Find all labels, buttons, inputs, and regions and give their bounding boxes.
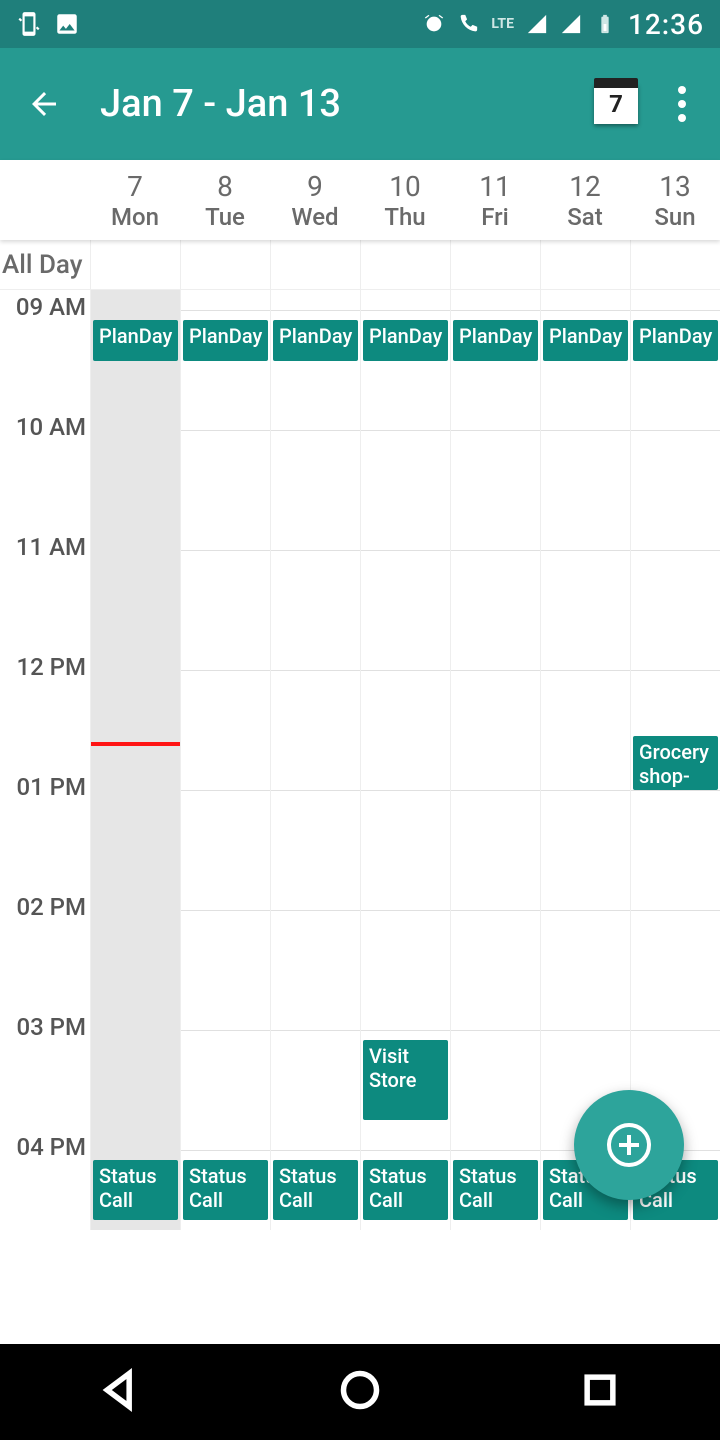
alarm-icon [423,13,445,35]
nav-recent-button[interactable] [578,1368,622,1416]
calendar-event[interactable]: PlanDay [93,320,178,360]
day-number: 7 [127,170,143,203]
hour-label: 10 AM [16,414,86,442]
wifi-call-icon [457,13,479,35]
day-header-cell[interactable]: 7Mon [90,160,180,240]
day-number: 13 [659,170,690,203]
day-header-cell[interactable]: 12Sat [540,160,630,240]
day-number: 8 [217,170,233,203]
battery-icon [594,13,616,35]
back-button[interactable] [20,80,68,128]
day-number: 10 [389,170,420,203]
calendar-event[interactable]: PlanDay [363,320,448,360]
today-badge-number: 7 [594,90,638,118]
hour-label: 01 PM [16,774,86,802]
nav-home-button[interactable] [338,1368,382,1416]
hour-label: 04 PM [16,1134,86,1162]
calendar-event[interactable]: Visit Store [363,1040,448,1120]
all-day-row: All Day [0,240,720,290]
hour-label: 03 PM [16,1014,86,1042]
calendar-event[interactable]: Status Call [183,1160,268,1220]
day-number: 9 [307,170,323,203]
all-day-cell[interactable] [360,240,450,289]
day-of-week: Wed [291,203,338,231]
all-day-cell[interactable] [270,240,360,289]
all-day-label: All Day [0,250,90,280]
android-status-bar: LTE 12:36 [0,0,720,48]
day-column[interactable]: PlanDay Visit Store Status Call [360,290,450,1230]
day-of-week: Sun [654,203,695,231]
status-clock: 12:36 [628,8,704,41]
screen-rotate-icon [16,11,42,37]
calendar-event[interactable]: PlanDay [453,320,538,360]
android-nav-bar [0,1344,720,1440]
hour-label: 11 AM [16,534,86,562]
day-column[interactable]: PlanDayGrocery shop-Status Call [630,290,720,1230]
calendar-event[interactable]: Status Call [273,1160,358,1220]
plus-icon [605,1121,653,1169]
time-gutter: 09 AM 10 AM 11 AM 12 PM 01 PM 02 PM 03 PM 04 PM [0,290,90,1230]
calendar-event[interactable]: Status Call [363,1160,448,1220]
day-of-week: Thu [384,203,425,231]
all-day-cell[interactable] [630,240,720,289]
page-title: Jan 7 - Jan 13 [100,82,592,126]
day-column[interactable]: PlanDayStatus Call [540,290,630,1230]
image-icon [54,11,80,37]
signal-icon-2 [560,13,582,35]
calendar-icon: 7 [594,84,638,124]
all-day-cell[interactable] [450,240,540,289]
day-column[interactable]: PlanDay Status Call [450,290,540,1230]
nav-back-button[interactable] [98,1368,142,1416]
app-bar: Jan 7 - Jan 13 7 [0,48,720,160]
day-header-cell[interactable]: 8Tue [180,160,270,240]
day-of-week: Fri [481,203,509,231]
day-header-cell[interactable]: 11Fri [450,160,540,240]
network-label: LTE [491,16,514,32]
hour-label: 02 PM [16,894,86,922]
all-day-cell[interactable] [180,240,270,289]
day-number: 12 [569,170,600,203]
signal-icon [526,13,548,35]
calendar-event[interactable]: PlanDay [543,320,628,360]
all-day-cell[interactable] [90,240,180,289]
calendar-event[interactable]: Status Call [453,1160,538,1220]
day-header-cell[interactable]: 13Sun [630,160,720,240]
hour-label: 09 AM [16,294,86,322]
go-to-today-button[interactable]: 7 [592,80,640,128]
day-number: 11 [479,170,510,203]
hour-label: 12 PM [16,654,86,682]
calendar-event[interactable]: PlanDay [183,320,268,360]
day-of-week: Tue [205,203,245,231]
calendar-event[interactable]: PlanDay [633,320,718,360]
day-of-week: Mon [111,203,159,231]
calendar-grid[interactable]: All Day 09 AM 10 AM 11 AM 12 PM 01 PM 02 PM 03… [0,240,720,1230]
day-header-cell[interactable]: 10Thu [360,160,450,240]
day-column[interactable]: PlanDay Status Call [180,290,270,1230]
all-day-cell[interactable] [540,240,630,289]
day-column[interactable]: PlanDay Status Call [90,290,180,1230]
week-columns[interactable]: PlanDayStatus CallPlanDayStatus CallPlan… [90,290,720,1230]
day-column[interactable]: PlanDay Status Call [270,290,360,1230]
add-event-fab[interactable] [574,1090,684,1200]
day-of-week: Sat [567,203,602,231]
current-time-indicator [91,742,180,746]
overflow-menu-button[interactable] [664,80,700,128]
week-day-header: 7Mon8Tue9Wed10Thu11Fri12Sat13Sun [0,160,720,240]
day-header-cell[interactable]: 9Wed [270,160,360,240]
calendar-event[interactable]: PlanDay [273,320,358,360]
calendar-event[interactable]: Status Call [93,1160,178,1220]
calendar-event[interactable]: Grocery shop- [633,736,718,790]
